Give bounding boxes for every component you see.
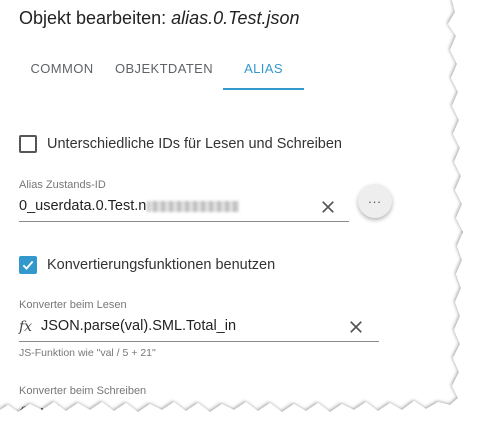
select-id-button[interactable]: ...: [358, 184, 392, 218]
state-id-value: 0_userdata.0.Test.n: [19, 198, 147, 214]
redacted-text: [147, 200, 240, 212]
screenshot-stage: Objekt bearbeiten: alias.0.Test.json COM…: [0, 0, 484, 440]
tab-bar: COMMON OBJEKTDATEN ALIAS: [0, 48, 462, 92]
state-id-field: 0_userdata.0.Test.n: [19, 195, 349, 222]
separate-ids-label: Unterschiedliche IDs für Lesen und Schre…: [47, 136, 342, 152]
read-converter-input[interactable]: JSON.parse(val).SML.Total_in: [41, 318, 236, 334]
close-icon[interactable]: [347, 318, 365, 336]
separate-ids-checkbox[interactable]: [19, 135, 37, 153]
close-icon[interactable]: [319, 198, 337, 216]
use-conversion-checkbox[interactable]: [19, 256, 37, 274]
state-id-input[interactable]: 0_userdata.0.Test.n: [19, 198, 240, 214]
dialog-title-object: alias.0.Test.json: [171, 8, 300, 28]
use-conversion-row: Konvertierungsfunktionen benutzen: [19, 256, 275, 274]
dialog-title-prefix: Objekt bearbeiten:: [19, 8, 172, 28]
dialog-title: Objekt bearbeiten: alias.0.Test.json: [19, 8, 300, 29]
function-icon: fx: [19, 319, 33, 335]
write-converter-label: Konverter beim Schreiben: [19, 385, 147, 397]
read-converter-helper: JS-Funktion wie "val / 5 + 21": [19, 347, 156, 359]
read-converter-field: fx JSON.parse(val).SML.Total_in: [19, 315, 379, 342]
read-converter-label: Konverter beim Lesen: [19, 299, 127, 311]
tab-objektdaten[interactable]: OBJEKTDATEN: [110, 48, 218, 90]
use-conversion-label: Konvertierungsfunktionen benutzen: [47, 257, 276, 273]
separate-ids-row: Unterschiedliche IDs für Lesen und Schre…: [19, 135, 342, 153]
function-icon: fx: [19, 405, 33, 420]
edit-object-dialog: Objekt bearbeiten: alias.0.Test.json COM…: [0, 0, 462, 420]
state-id-label: Alias Zustands-ID: [19, 179, 106, 191]
tab-common[interactable]: COMMON: [18, 48, 106, 90]
write-converter-input[interactable]: val: [41, 404, 60, 420]
active-tab-indicator: [223, 88, 304, 90]
tab-alias[interactable]: ALIAS: [223, 48, 304, 90]
check-icon: [22, 260, 34, 270]
write-converter-field: fx val: [19, 401, 379, 420]
